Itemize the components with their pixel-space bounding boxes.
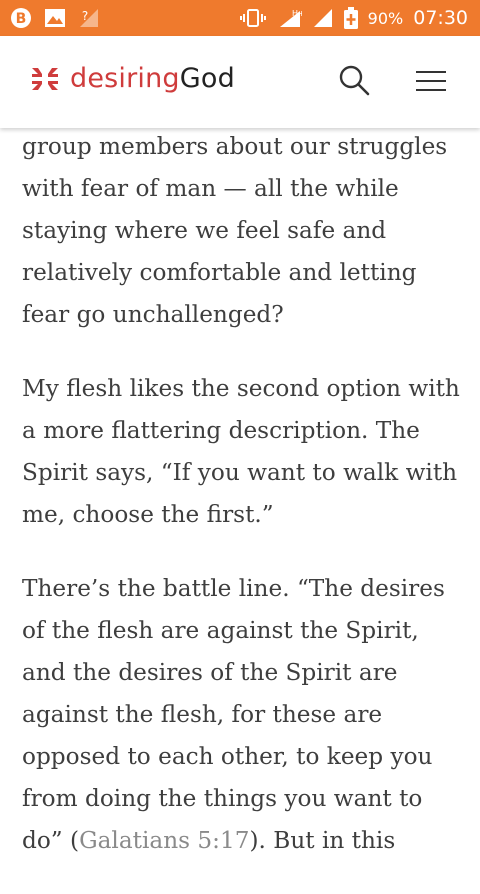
paragraph-text: ). But in this xyxy=(249,827,396,854)
svg-text:B: B xyxy=(16,11,27,27)
b-notification-icon: B xyxy=(11,8,31,28)
site-logo[interactable]: desiringGod xyxy=(30,64,235,94)
article-paragraph: group members about our struggles with f… xyxy=(22,133,448,328)
search-icon xyxy=(339,65,370,96)
scripture-reference-link[interactable]: Galatians 5:17 xyxy=(79,827,249,854)
brand-name-part1: desiring xyxy=(70,63,180,94)
brand-name: desiringGod xyxy=(70,64,235,94)
article-paragraph: My flesh likes the second option with a … xyxy=(22,375,460,528)
app-header: desiringGod xyxy=(0,36,480,128)
signal-h-plus-icon: H+ xyxy=(279,9,302,27)
signal-question-icon: ? xyxy=(80,9,98,27)
battery-charging-icon xyxy=(343,7,358,29)
status-bar: B ? H+ 90% 07:30 xyxy=(0,0,480,36)
paragraph-text: There’s the battle line. “The desires of… xyxy=(22,575,445,854)
battery-percent: 90% xyxy=(367,8,404,28)
brand-name-part2: God xyxy=(179,63,235,94)
signal-icon xyxy=(313,9,332,27)
status-bar-left: B ? xyxy=(10,6,100,30)
menu-button[interactable] xyxy=(414,66,448,96)
article-body: group members about our struggles with f… xyxy=(22,126,467,894)
search-button[interactable] xyxy=(338,64,372,98)
svg-text:?: ? xyxy=(82,9,88,23)
clock: 07:30 xyxy=(413,7,468,29)
network-type-label: H+ xyxy=(292,9,302,18)
gallery-icon xyxy=(45,9,65,27)
article-paragraph: There’s the battle line. “The desires of… xyxy=(22,568,467,862)
hamburger-menu-icon xyxy=(416,71,446,91)
vibrate-icon xyxy=(239,9,266,27)
status-bar-right: H+ 90% 07:30 xyxy=(239,6,468,30)
desiring-god-logo-mark-icon xyxy=(32,68,58,90)
